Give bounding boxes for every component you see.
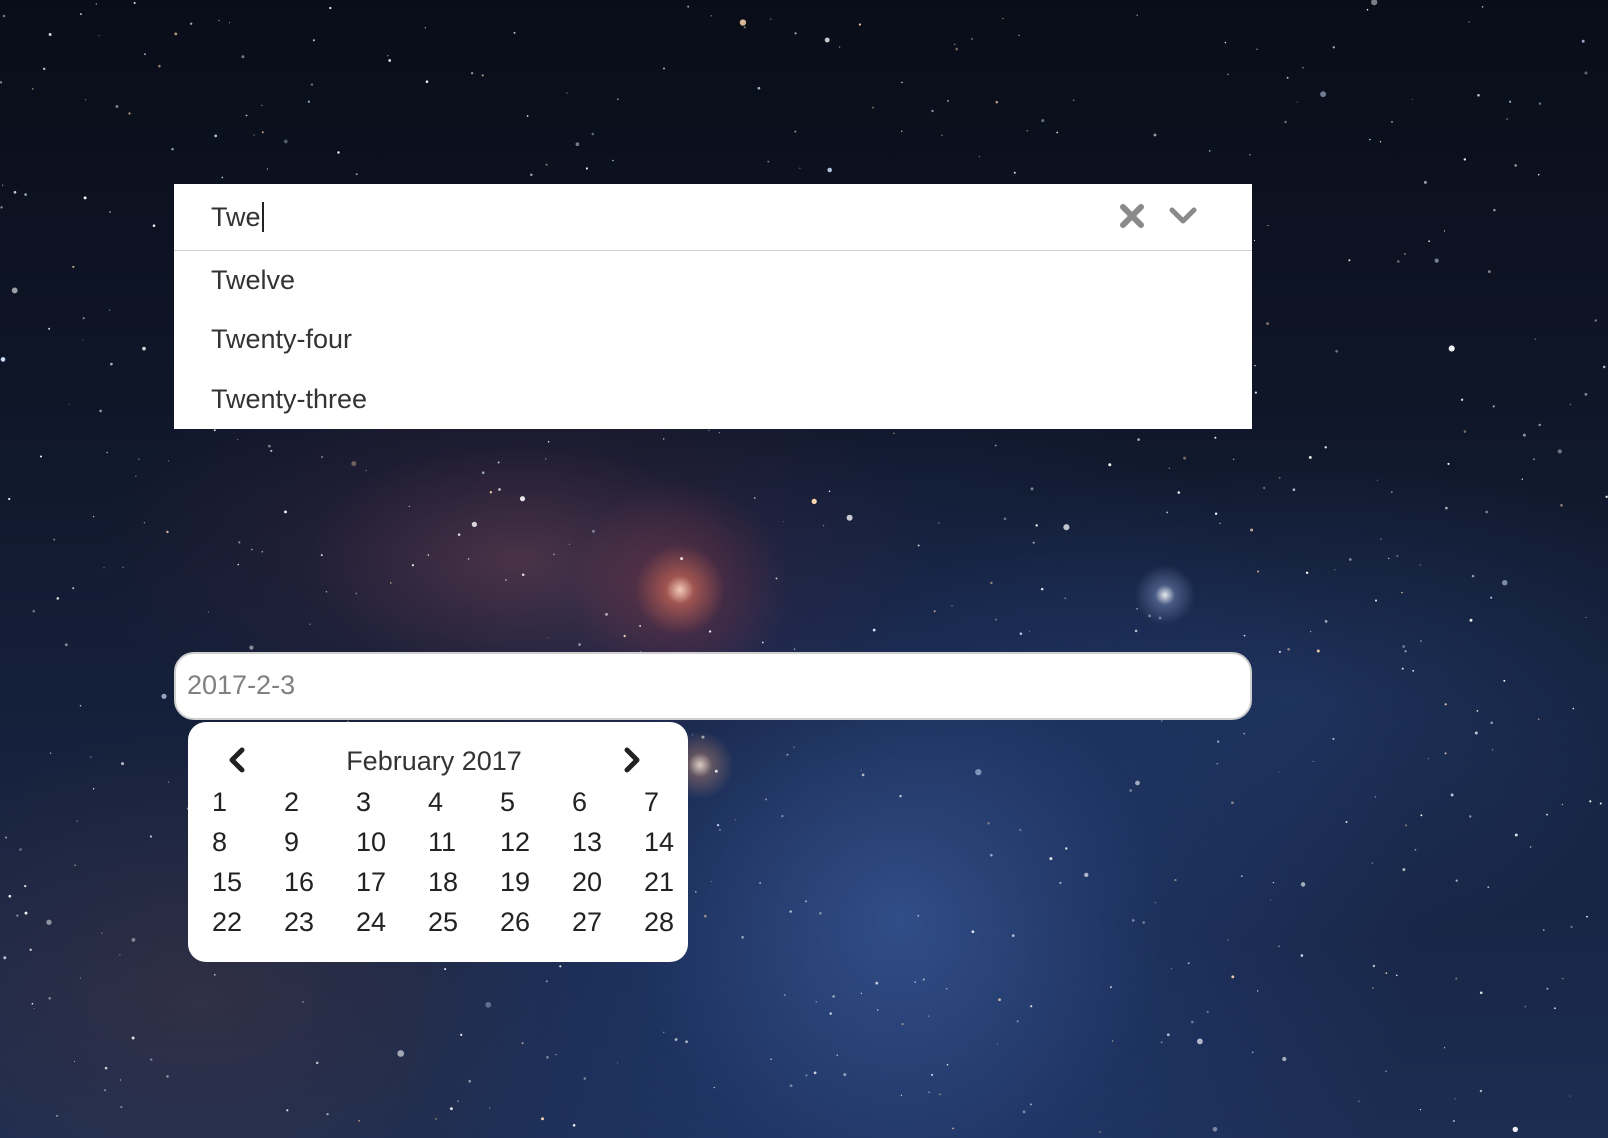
calendar-day[interactable]: 14	[644, 822, 716, 862]
calendar-day[interactable]: 4	[428, 782, 500, 822]
combobox-option[interactable]: Twelve	[174, 251, 1252, 309]
calendar-day[interactable]: 1	[212, 782, 284, 822]
combobox-input-text: Twe	[211, 202, 261, 232]
close-icon[interactable]	[1118, 202, 1146, 230]
calendar-day[interactable]: 27	[572, 902, 644, 942]
calendar-day[interactable]: 16	[284, 862, 356, 902]
text-caret	[261, 202, 264, 232]
combobox-header: Twe	[174, 184, 1252, 251]
calendar-day[interactable]: 9	[284, 822, 356, 862]
calendar-day[interactable]: 26	[500, 902, 572, 942]
calendar-day[interactable]: 19	[500, 862, 572, 902]
calendar-day[interactable]: 2	[284, 782, 356, 822]
calendar-day[interactable]: 12	[500, 822, 572, 862]
calendar-day[interactable]: 25	[428, 902, 500, 942]
calendar-day[interactable]: 15	[212, 862, 284, 902]
date-input[interactable]: 2017-2-3	[174, 652, 1252, 720]
calendar-day[interactable]: 18	[428, 862, 500, 902]
calendar-day[interactable]: 3	[356, 782, 428, 822]
calendar-day[interactable]: 20	[572, 862, 644, 902]
calendar-day[interactable]: 22	[212, 902, 284, 942]
calendar-day[interactable]: 8	[212, 822, 284, 862]
combobox-options: Twelve Twenty-four Twenty-three	[174, 251, 1252, 429]
calendar-grid: 1 2 3 4 5 6 7 8 9 10 11 12 13 14 15 16 1…	[212, 782, 716, 942]
calendar-day[interactable]: 17	[356, 862, 428, 902]
calendar-day[interactable]: 5	[500, 782, 572, 822]
combobox-option[interactable]: Twenty-four	[174, 309, 1252, 369]
chevron-left-icon[interactable]	[226, 746, 248, 774]
calendar-day[interactable]: 6	[572, 782, 644, 822]
starfield-background	[0, 0, 1608, 1133]
chevron-down-icon[interactable]	[1168, 202, 1198, 230]
calendar-day[interactable]: 7	[644, 782, 716, 822]
combobox-input[interactable]: Twe	[211, 200, 264, 234]
combobox: Twe Twelve Twenty-four Twenty-three	[174, 184, 1252, 429]
calendar-day[interactable]: 13	[572, 822, 644, 862]
calendar-month-title: February 2017	[346, 746, 522, 776]
combobox-option[interactable]: Twenty-three	[174, 369, 1252, 429]
calendar-day[interactable]: 11	[428, 822, 500, 862]
calendar-popup: February 2017 1 2 3 4 5 6 7 8 9 10 11 12…	[188, 722, 688, 962]
calendar-day[interactable]: 24	[356, 902, 428, 942]
date-input-value: 2017-2-3	[187, 670, 296, 700]
calendar-day[interactable]: 28	[644, 902, 716, 942]
chevron-right-icon[interactable]	[621, 746, 643, 774]
calendar-day[interactable]: 10	[356, 822, 428, 862]
calendar-day[interactable]: 21	[644, 862, 716, 902]
calendar-day[interactable]: 23	[284, 902, 356, 942]
